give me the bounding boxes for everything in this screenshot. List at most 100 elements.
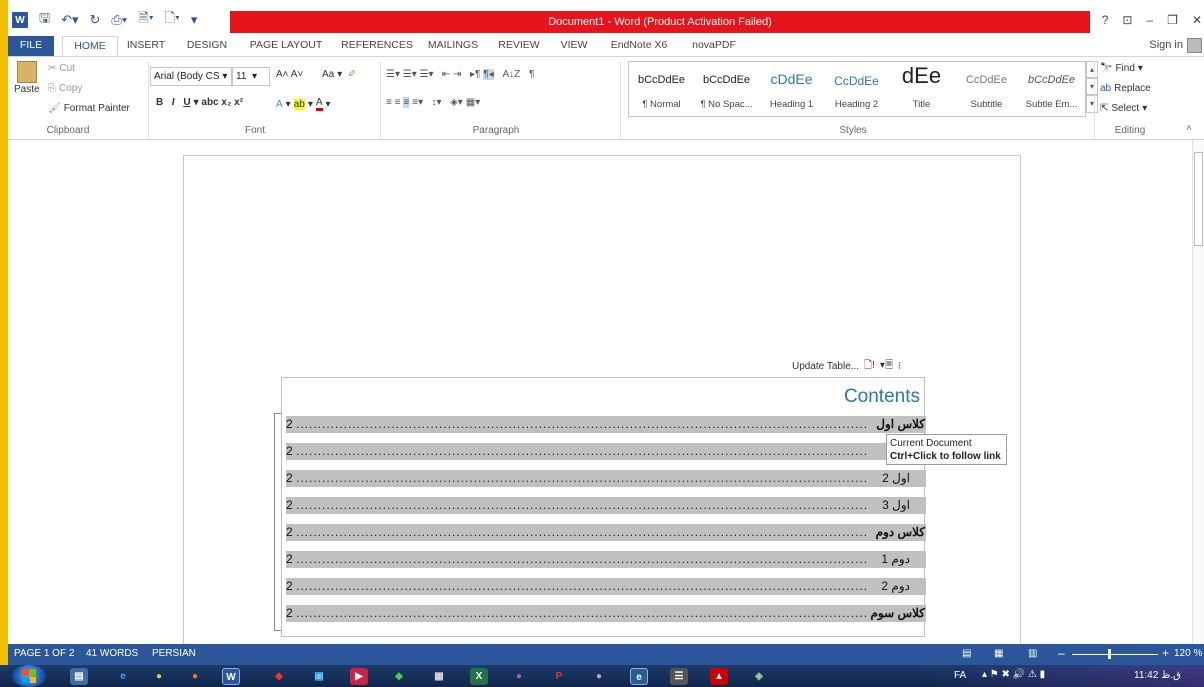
list-buttons[interactable]: ☰▾ ☰▾ ☰▾ ⇤ ⇥ ▸¶ ¶◂ A↓Z ¶: [386, 69, 534, 80]
save-icon[interactable]: 🖫: [39, 10, 50, 28]
language-indicator[interactable]: PERSIAN: [152, 648, 196, 659]
powerpoint-icon[interactable]: P: [550, 668, 568, 685]
new-doc-icon[interactable]: 🗎▾: [138, 10, 153, 28]
redo-icon[interactable]: ↻: [90, 12, 101, 28]
tab-review[interactable]: REVIEW: [494, 36, 544, 56]
sign-in[interactable]: Sign in: [1149, 36, 1202, 55]
tab-insert[interactable]: INSERT: [122, 36, 170, 56]
open-icon[interactable]: 🗋▾: [165, 10, 180, 28]
tab-home[interactable]: HOME: [62, 36, 118, 56]
tab-novapdf[interactable]: novaPDF: [684, 36, 744, 56]
table-of-contents[interactable]: Contents 2..............................…: [281, 377, 926, 637]
paste-button[interactable]: Paste: [14, 61, 40, 95]
tab-view[interactable]: VIEW: [554, 36, 594, 56]
toc-entry[interactable]: 2.......................................…: [286, 416, 926, 433]
word-icon[interactable]: W: [12, 12, 28, 28]
app-icon[interactable]: ☰: [670, 668, 688, 685]
style-normal[interactable]: bCcDdEe ¶ Normal: [629, 62, 694, 116]
read-mode-icon[interactable]: ▤: [962, 648, 971, 659]
find-button[interactable]: 🔭 Find ▾: [1100, 63, 1143, 74]
web-layout-icon[interactable]: ▥: [1028, 648, 1037, 659]
tab-page-layout[interactable]: PAGE LAYOUT: [244, 36, 328, 56]
grow-font-button[interactable]: A˄ A˅: [276, 69, 303, 80]
input-language[interactable]: FA: [954, 670, 966, 681]
toc-entry[interactable]: 2.......................................…: [286, 524, 926, 541]
clear-format-icon[interactable]: ✐: [348, 69, 356, 80]
zoom-slider-thumb[interactable]: [1108, 649, 1111, 659]
ie-icon[interactable]: e: [114, 668, 132, 685]
style-no-spacing[interactable]: bCcDdEe ¶ No Spac...: [694, 62, 759, 116]
app-icon[interactable]: ●: [590, 668, 608, 685]
cut-button[interactable]: ✂ Cut: [48, 63, 75, 74]
toc-entry-text[interactable]: دوم 2: [879, 578, 910, 595]
notes-icon[interactable]: ▦: [430, 668, 448, 685]
print-layout-icon[interactable]: ▦: [994, 648, 1003, 659]
toc-entry-text[interactable]: کلاس سوم: [868, 605, 925, 622]
minimize-icon[interactable]: –: [1146, 13, 1153, 27]
collapse-ribbon-icon[interactable]: ˄: [1186, 123, 1192, 134]
style-heading-2[interactable]: CcDdEe Heading 2: [824, 62, 889, 116]
undo-icon[interactable]: ↶▾: [61, 12, 78, 28]
vertical-scrollbar[interactable]: [1192, 140, 1204, 644]
print-preview-icon[interactable]: ⎙▾: [111, 12, 127, 28]
zoom-in-icon[interactable]: +: [1162, 646, 1169, 660]
media-icon[interactable]: ▶: [350, 668, 368, 685]
alignment-buttons[interactable]: ≡ ≡ ≡ ≡▾ ↕▾ ◈▾ ▦▾: [386, 97, 480, 108]
toc-entry-text[interactable]: کلاس دوم: [873, 524, 925, 541]
toc-menu-icon[interactable]: ▾🗏: [880, 358, 893, 375]
scrollbar-thumb[interactable]: [1194, 152, 1203, 246]
style-title[interactable]: dEe Title: [889, 62, 954, 116]
pilcrow-icon[interactable]: ¶: [529, 69, 534, 80]
style-subtitle[interactable]: CcDdEe Subtitle: [954, 62, 1019, 116]
start-button[interactable]: [12, 665, 46, 687]
pdf-icon[interactable]: ▲: [710, 668, 728, 685]
zoom-slider[interactable]: [1072, 654, 1158, 655]
rtl-icon[interactable]: ¶◂: [483, 69, 494, 80]
ribbon-options-icon[interactable]: ⊡: [1122, 13, 1132, 27]
page-count[interactable]: PAGE 1 OF 2: [14, 648, 74, 659]
tray-icons[interactable]: ▴ ⚑ ✖ 🔊 ⚠ ▮: [982, 669, 1045, 680]
styles-scroll-up[interactable]: ▴: [1086, 61, 1098, 78]
firefox-icon[interactable]: ●: [186, 668, 204, 685]
font-format-buttons[interactable]: B I U ▾ abc x₂ x²: [156, 97, 243, 108]
app-icon[interactable]: ◆: [270, 668, 288, 685]
toc-entry-text[interactable]: اول 2: [880, 470, 910, 487]
tab-design[interactable]: DESIGN: [180, 36, 234, 56]
zoom-level[interactable]: 120 %: [1174, 648, 1202, 659]
word-count[interactable]: 41 WORDS: [86, 648, 138, 659]
sign-in-label[interactable]: Sign in: [1149, 36, 1183, 55]
copy-button[interactable]: ⎘ Copy: [48, 83, 82, 94]
zoom-out-icon[interactable]: –: [1058, 646, 1065, 660]
app-icon[interactable]: ◆: [390, 668, 408, 685]
toc-entry[interactable]: 2.......................................…: [286, 578, 926, 595]
align-right-icon[interactable]: ≡: [403, 97, 410, 108]
tab-references[interactable]: REFERENCES: [338, 36, 416, 56]
avatar-icon[interactable]: [1187, 38, 1202, 53]
select-button[interactable]: ⇱ Select ▾: [1100, 103, 1147, 114]
chrome-icon[interactable]: ●: [150, 668, 168, 685]
toc-entry[interactable]: 2.......................................…: [286, 605, 926, 622]
style-heading-1[interactable]: cDdEe Heading 1: [759, 62, 824, 116]
toc-entry-text[interactable]: کلاس اول: [874, 416, 925, 433]
paint-icon[interactable]: ◈: [750, 668, 768, 685]
close-icon[interactable]: ✕: [1192, 13, 1202, 27]
font-family-select[interactable]: Arial (Body CS ▾: [150, 67, 232, 86]
tab-endnote[interactable]: EndNote X6: [604, 36, 674, 56]
sort-icon[interactable]: A↓Z: [503, 69, 521, 80]
shading-icon[interactable]: ◈▾: [450, 97, 463, 108]
clock[interactable]: 11:42 ق.ظ: [1134, 670, 1181, 681]
toc-icon[interactable]: 🗋!: [864, 358, 875, 375]
toc-entry[interactable]: 2.......................................…: [286, 443, 926, 460]
app-icon[interactable]: ●: [510, 668, 528, 685]
font-size-select[interactable]: 11 ▾: [232, 67, 270, 86]
toc-handle-icon[interactable]: ⁝: [898, 361, 901, 372]
styles-scroll-down[interactable]: ▾: [1086, 78, 1098, 95]
borders-icon[interactable]: ▦▾: [466, 97, 480, 108]
update-table-button[interactable]: Update Table...: [792, 361, 859, 372]
toc-entry[interactable]: 2.......................................…: [286, 497, 926, 514]
ltr-icon[interactable]: ▸¶: [470, 69, 480, 80]
app-icon[interactable]: e: [630, 668, 648, 685]
replace-button[interactable]: ab Replace: [1100, 83, 1151, 94]
excel-icon[interactable]: X: [470, 668, 488, 685]
toc-entry[interactable]: 2.......................................…: [286, 551, 926, 568]
